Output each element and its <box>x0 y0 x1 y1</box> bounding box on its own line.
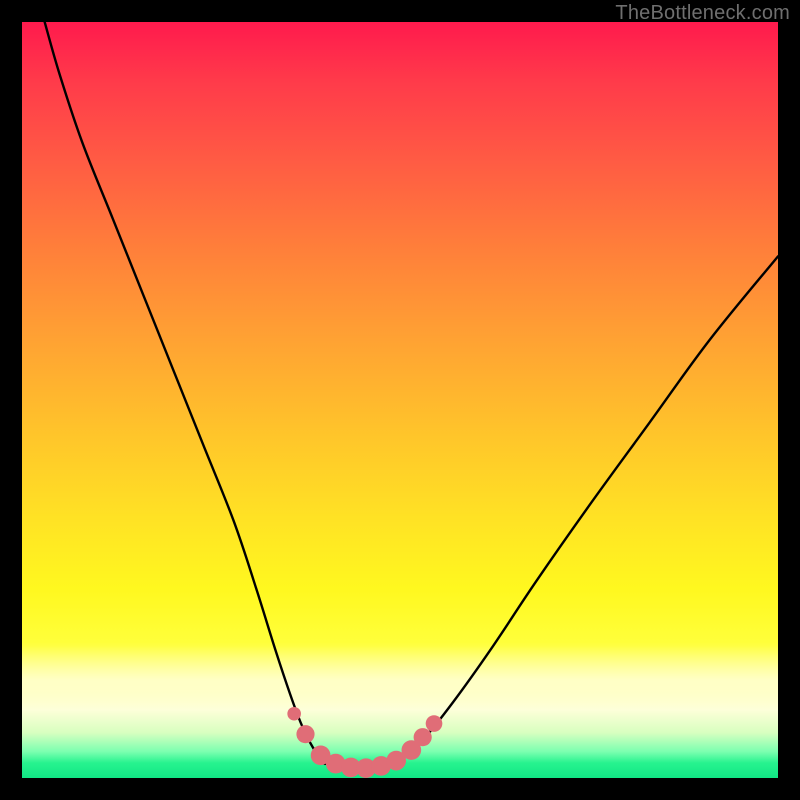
valley-marker <box>296 725 314 743</box>
bottleneck-curve <box>45 22 778 770</box>
valley-marker <box>414 728 432 746</box>
chart-stage: TheBottleneck.com <box>0 0 800 800</box>
valley-marker <box>426 715 443 732</box>
curve-layer <box>22 22 778 778</box>
valley-marker <box>287 707 301 721</box>
plot-area <box>22 22 778 778</box>
